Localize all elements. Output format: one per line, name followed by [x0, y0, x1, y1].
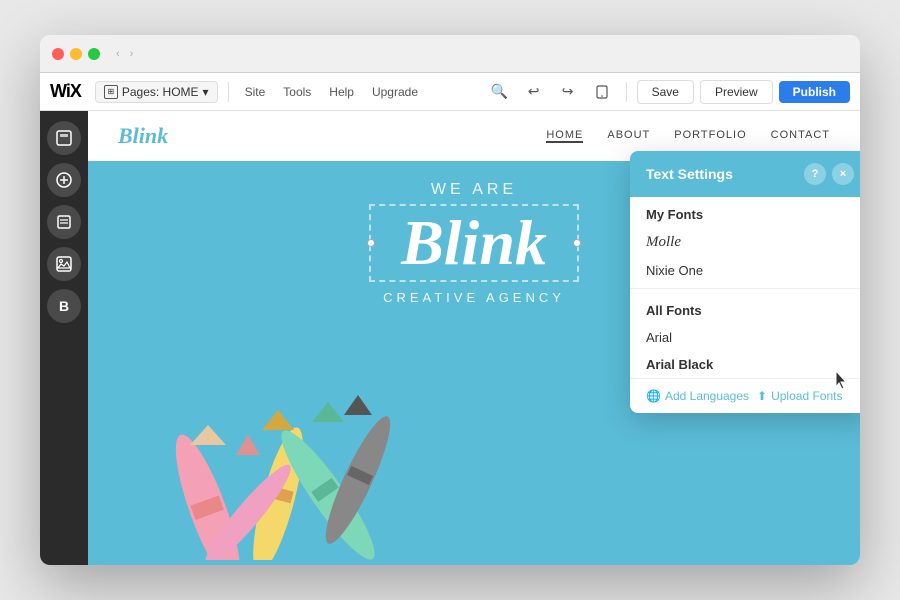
traffic-lights: [52, 48, 100, 60]
panel-header: Text Settings ? ×: [630, 151, 860, 197]
pages-label: Pages: HOME: [122, 85, 199, 99]
my-fonts-header: My Fonts: [630, 197, 860, 228]
close-panel-button[interactable]: ×: [832, 163, 854, 185]
panel-header-icons: ? ×: [804, 163, 854, 185]
mac-window: ‹ › WiX ⊞ Pages: HOME ▾ Site Tools Help …: [40, 35, 860, 565]
device-icon-btn[interactable]: [588, 78, 616, 106]
wix-logo: WiX: [50, 81, 81, 102]
site-menu-btn[interactable]: Site: [239, 82, 272, 102]
fullscreen-traffic-light[interactable]: [88, 48, 100, 60]
upgrade-menu-btn[interactable]: Upgrade: [366, 82, 424, 102]
close-traffic-light[interactable]: [52, 48, 64, 60]
nav-contact[interactable]: CONTACT: [771, 129, 830, 143]
page-icon: ⊞: [104, 85, 118, 99]
upload-fonts-link[interactable]: ⬆ Upload Fonts: [757, 389, 842, 403]
nav-forward-btn[interactable]: ›: [126, 46, 138, 62]
sidebar-icon-pages[interactable]: [47, 205, 81, 239]
text-settings-panel: Text Settings ? × My Fonts Molle Nixie O…: [630, 151, 860, 413]
pencils-illustration: [118, 350, 418, 565]
nav-portfolio[interactable]: PORTFOLIO: [674, 129, 746, 143]
redo-icon-btn[interactable]: ↪: [554, 78, 582, 106]
add-languages-icon: 🌐: [646, 389, 661, 403]
undo-icon-btn[interactable]: ↩: [520, 78, 548, 106]
nav-arrows: ‹ ›: [112, 46, 137, 62]
font-item-nixie[interactable]: Nixie One: [630, 257, 860, 284]
add-languages-label: Add Languages: [665, 389, 749, 403]
hero-title: Blink: [401, 211, 547, 275]
toolbar: WiX ⊞ Pages: HOME ▾ Site Tools Help Upgr…: [40, 73, 860, 111]
hero-subtitle: WE ARE: [431, 181, 517, 199]
font-item-arial[interactable]: Arial: [630, 324, 860, 351]
panel-divider: [630, 288, 860, 289]
tools-menu-btn[interactable]: Tools: [277, 82, 317, 102]
main-content: B Blink HOME ABOUT PORTFOLIO CONTACT WE …: [40, 111, 860, 565]
canvas-area[interactable]: Blink HOME ABOUT PORTFOLIO CONTACT WE AR…: [88, 111, 860, 565]
blink-title-wrapper[interactable]: Blink: [369, 204, 579, 282]
panel-body: My Fonts Molle Nixie One All Fonts Arial…: [630, 197, 860, 378]
search-icon-btn[interactable]: 🔍: [486, 78, 514, 106]
sidebar-icon-layout[interactable]: [47, 121, 81, 155]
panel-title: Text Settings: [646, 166, 733, 182]
nav-back-btn[interactable]: ‹: [112, 46, 124, 62]
toolbar-separator-2: [626, 82, 627, 102]
help-menu-btn[interactable]: Help: [323, 82, 360, 102]
title-bar: ‹ ›: [40, 35, 860, 73]
site-logo: Blink: [118, 123, 168, 149]
preview-button[interactable]: Preview: [700, 80, 773, 104]
nav-home[interactable]: HOME: [546, 129, 583, 143]
selection-handle-left: [367, 239, 375, 247]
help-button[interactable]: ?: [804, 163, 826, 185]
font-item-molle[interactable]: Molle: [630, 228, 860, 257]
left-sidebar: B: [40, 111, 88, 565]
sidebar-icon-blog[interactable]: B: [47, 289, 81, 323]
sidebar-icon-add[interactable]: [47, 163, 81, 197]
toolbar-separator-1: [228, 82, 229, 102]
selection-handle-right: [573, 239, 581, 247]
minimize-traffic-light[interactable]: [70, 48, 82, 60]
nav-about[interactable]: ABOUT: [607, 129, 650, 143]
upload-fonts-icon: ⬆: [757, 389, 767, 403]
all-fonts-header: All Fonts: [630, 293, 860, 324]
hero-tagline: CREATIVE AGENCY: [383, 290, 565, 305]
pages-chevron-icon: ▾: [203, 85, 209, 99]
cursor-pointer: [832, 369, 852, 393]
save-button[interactable]: Save: [637, 80, 694, 104]
pages-dropdown[interactable]: ⊞ Pages: HOME ▾: [95, 81, 218, 103]
sidebar-icon-media[interactable]: [47, 247, 81, 281]
font-item-arial-black[interactable]: Arial Black: [630, 351, 860, 378]
add-languages-link[interactable]: 🌐 Add Languages: [646, 389, 749, 403]
site-navigation: HOME ABOUT PORTFOLIO CONTACT: [546, 129, 830, 143]
panel-footer: 🌐 Add Languages ⬆ Upload Fonts: [630, 378, 860, 413]
publish-button[interactable]: Publish: [779, 81, 850, 103]
